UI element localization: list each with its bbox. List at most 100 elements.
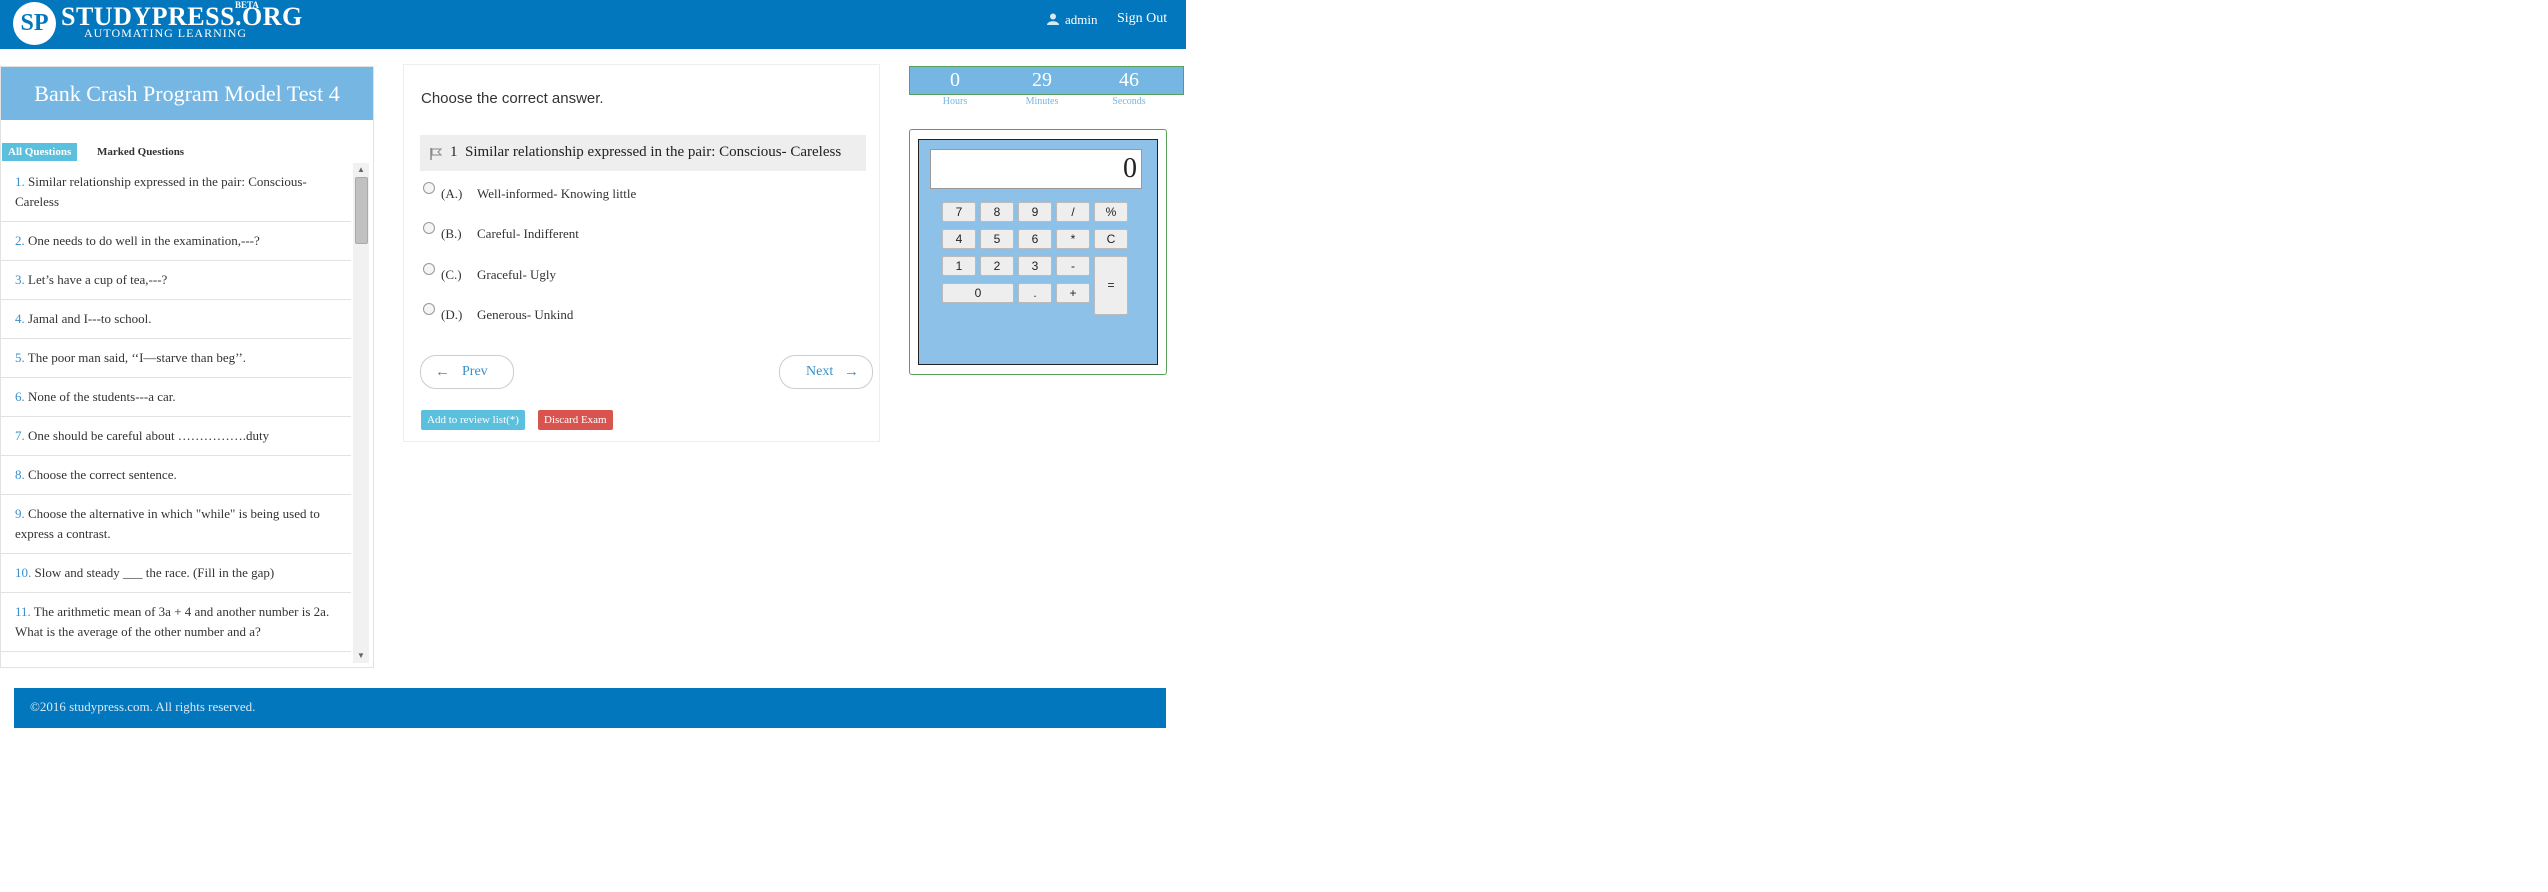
question-number: 11. [15, 604, 31, 619]
logo-icon[interactable]: SP [13, 2, 56, 45]
question-number: 3. [15, 272, 25, 287]
logo-tagline: AUTOMATING LEARNING [84, 26, 248, 40]
flag-icon[interactable] [430, 148, 442, 160]
timer-seconds-label: Seconds [1112, 96, 1146, 107]
countdown-timer: 0 29 46 [909, 66, 1184, 95]
question-number: 5. [15, 350, 25, 365]
question-number: 8. [15, 467, 25, 482]
calc-key-1[interactable]: 1 [942, 256, 976, 276]
question-title: 1 Similar relationship expressed in the … [450, 144, 841, 161]
scroll-down-arrow-icon[interactable]: ▼ [353, 649, 369, 663]
question-text: Jamal and I---to school. [28, 311, 152, 326]
option-b[interactable]: (B.) Careful- Indifferent [423, 222, 579, 242]
question-text: The poor man said, ‘‘I—starve than beg’’… [27, 350, 247, 365]
question-text: One should be careful about …………….duty [28, 428, 270, 443]
timer-seconds: 46 [1119, 69, 1139, 91]
user-icon [1047, 13, 1059, 25]
timer-minutes: 29 [1032, 69, 1052, 91]
option-a[interactable]: (A.) Well-informed- Knowing little [423, 182, 637, 202]
calc-key-decimal[interactable]: . [1018, 283, 1052, 303]
question-text: Let’s have a cup of tea,---? [28, 272, 168, 287]
list-item[interactable]: 10. Slow and steady ___ the race. (Fill … [1, 554, 351, 593]
list-item[interactable]: 3. Let’s have a cup of tea,---? [1, 261, 351, 300]
scroll-thumb[interactable] [355, 177, 368, 244]
list-item[interactable]: 2. One needs to do well in the examinati… [1, 222, 351, 261]
calc-key-divide[interactable]: / [1056, 202, 1090, 222]
calc-key-2[interactable]: 2 [980, 256, 1014, 276]
question-text: Choose the alternative in which "while" … [15, 506, 320, 541]
calc-key-clear[interactable]: C [1094, 229, 1128, 249]
question-list-scrollbar[interactable]: ▲ ▼ [353, 163, 369, 663]
list-item[interactable]: 6. None of the students---a car. [1, 378, 351, 417]
top-header: SP STUDYPRESS.ORG BETA AUTOMATING LEARNI… [0, 0, 1186, 49]
calc-key-plus[interactable]: + [1056, 283, 1090, 303]
next-label: Next [806, 364, 834, 379]
question-number: 9. [15, 506, 25, 521]
list-item[interactable]: 4. Jamal and I---to school. [1, 300, 351, 339]
question-number: 1. [15, 174, 25, 189]
question-number: 4. [15, 311, 25, 326]
option-c[interactable]: (C.) Graceful- Ugly [423, 263, 556, 283]
timer-hours-label: Hours [942, 96, 968, 107]
calc-key-3[interactable]: 3 [1018, 256, 1052, 276]
option-radio[interactable] [423, 182, 435, 194]
calc-key-percent[interactable]: % [1094, 202, 1128, 222]
calc-key-minus[interactable]: - [1056, 256, 1090, 276]
option-radio[interactable] [423, 263, 435, 275]
timer-minutes-label: Minutes [1025, 96, 1059, 107]
option-letter: (B.) [441, 226, 462, 241]
list-item[interactable]: 8. Choose the correct sentence. [1, 456, 351, 495]
option-text: Generous- Unkind [477, 307, 574, 322]
tab-all-questions[interactable]: All Questions [2, 143, 78, 161]
calc-key-9[interactable]: 9 [1018, 202, 1052, 222]
calculator: 0 7 8 9 / % 4 5 6 * C 1 2 3 - = 0 . + [909, 129, 1167, 375]
calc-key-6[interactable]: 6 [1018, 229, 1052, 249]
question-number: 10. [15, 565, 32, 580]
discard-exam-button[interactable]: Discard Exam [538, 410, 613, 430]
calc-key-7[interactable]: 7 [942, 202, 976, 222]
calc-key-4[interactable]: 4 [942, 229, 976, 249]
prev-button[interactable]: ← Prev [420, 355, 514, 389]
calc-key-equals[interactable]: = [1094, 256, 1128, 315]
list-item[interactable]: 9. Choose the alternative in which "whil… [1, 495, 351, 554]
calc-key-0[interactable]: 0 [942, 283, 1014, 303]
question-text: The arithmetic mean of 3a + 4 and anothe… [15, 604, 330, 639]
option-radio[interactable] [423, 303, 435, 315]
arrow-right-icon: → [844, 364, 859, 380]
instruction-text: Choose the correct answer. [421, 90, 604, 107]
prev-label: Prev [462, 364, 488, 379]
calculator-display: 0 [930, 149, 1142, 189]
list-item[interactable]: 1. Similar relationship expressed in the… [1, 163, 351, 222]
calculator-body: 0 7 8 9 / % 4 5 6 * C 1 2 3 - = 0 . + [918, 139, 1158, 365]
question-number: 6. [15, 389, 25, 404]
question-number: 2. [15, 233, 25, 248]
question-text: None of the students---a car. [28, 389, 176, 404]
question-text: Choose the correct sentence. [28, 467, 177, 482]
scroll-up-arrow-icon[interactable]: ▲ [353, 163, 369, 177]
calc-key-multiply[interactable]: * [1056, 229, 1090, 249]
test-title: Bank Crash Program Model Test 4 [1, 67, 373, 120]
question-header: 1 Similar relationship expressed in the … [420, 135, 866, 171]
option-letter: (D.) [441, 307, 463, 322]
calc-key-8[interactable]: 8 [980, 202, 1014, 222]
calc-key-5[interactable]: 5 [980, 229, 1014, 249]
option-d[interactable]: (D.) Generous- Unkind [423, 303, 574, 323]
question-text: Slow and steady ___ the race. (Fill in t… [34, 565, 275, 580]
list-item[interactable]: 11. The arithmetic mean of 3a + 4 and an… [1, 593, 351, 652]
tab-marked-questions[interactable]: Marked Questions [97, 146, 184, 158]
list-item[interactable]: 7. One should be careful about …………….dut… [1, 417, 351, 456]
next-button[interactable]: Next → [779, 355, 873, 389]
username-label: admin [1065, 12, 1098, 27]
footer: ©2016 studypress.com. All rights reserve… [14, 688, 1166, 728]
list-item[interactable]: 5. The poor man said, ‘‘I—starve than be… [1, 339, 351, 378]
add-to-review-button[interactable]: Add to review list(*) [421, 410, 525, 430]
option-text: Careful- Indifferent [477, 226, 579, 241]
option-letter: (A.) [441, 186, 463, 201]
beta-badge: BETA [235, 0, 259, 10]
option-letter: (C.) [441, 267, 462, 282]
question-text: Similar relationship expressed in the pa… [15, 174, 307, 209]
option-text: Well-informed- Knowing little [477, 186, 637, 201]
option-radio[interactable] [423, 222, 435, 234]
sign-out-link[interactable]: Sign Out [1117, 11, 1167, 27]
timer-hours: 0 [950, 69, 960, 91]
